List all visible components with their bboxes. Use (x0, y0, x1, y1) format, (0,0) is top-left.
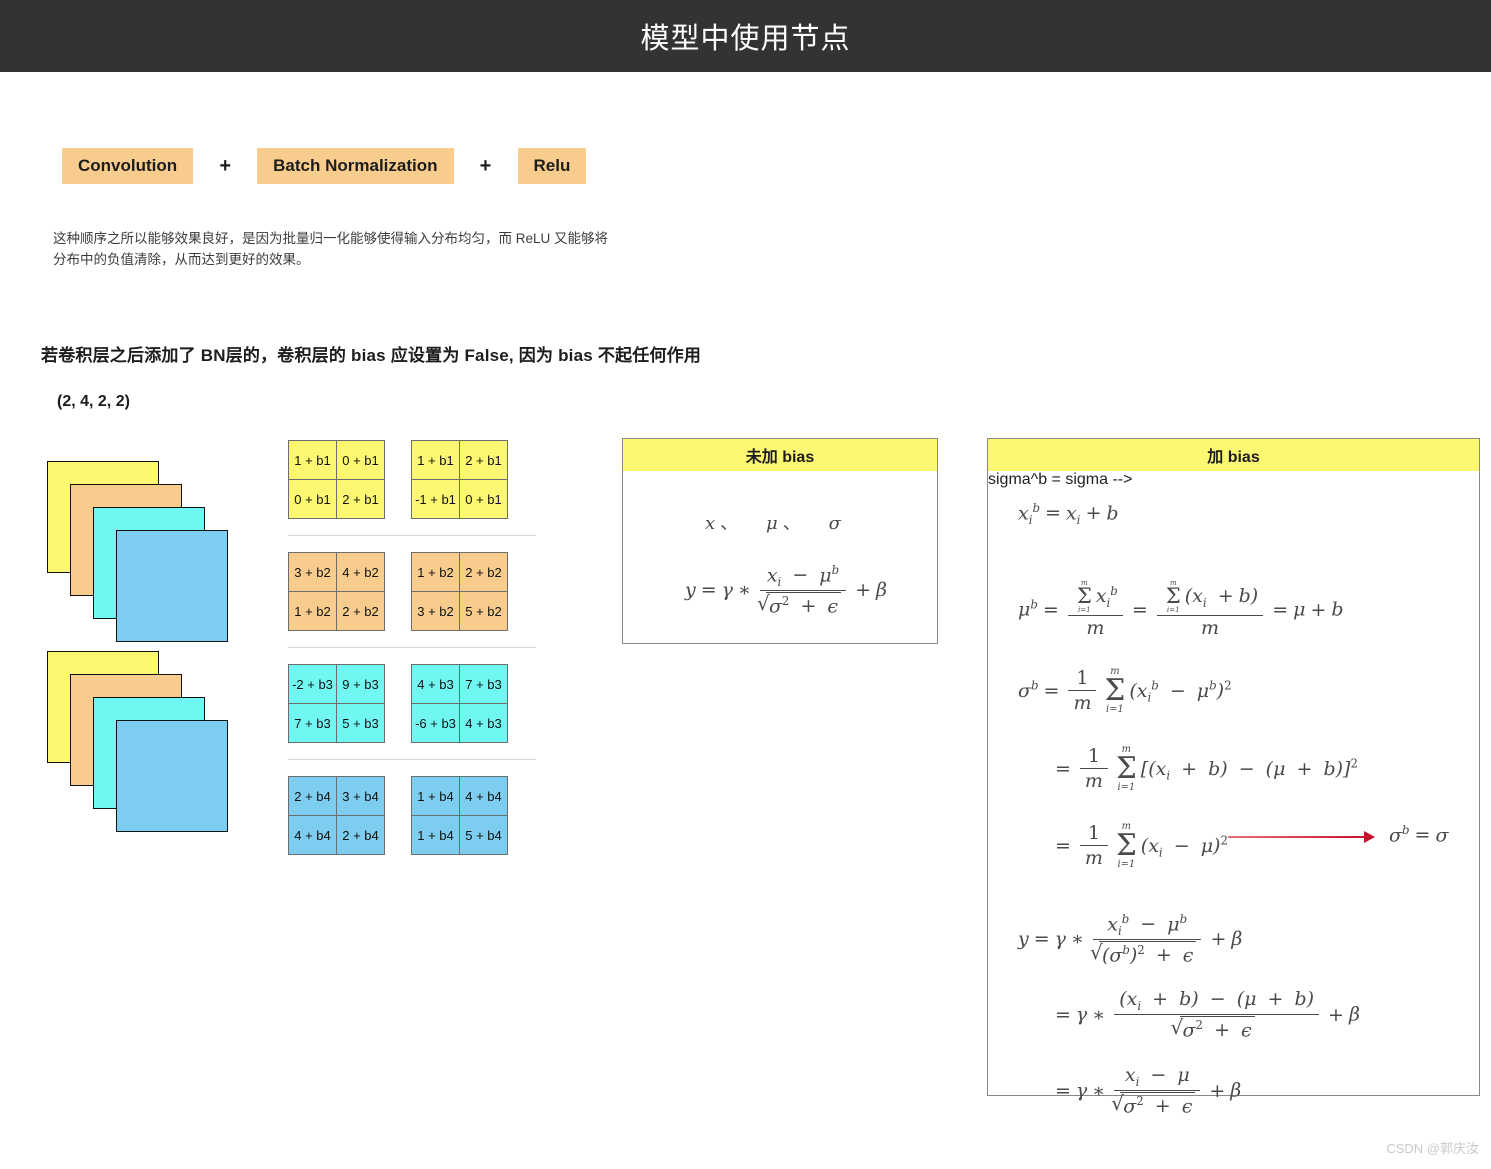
matrix-divider (288, 647, 536, 648)
matrix-row-b3: -2 + b3 9 + b3 7 + b3 5 + b3 4 + b3 7 + … (288, 664, 536, 743)
matrix-b2-right: 1 + b2 2 + b2 3 + b2 5 + b2 (411, 552, 508, 631)
matrix-cell: 2 + b2 (459, 552, 508, 592)
matrix-cell: 2 + b2 (336, 591, 385, 631)
matrix-b1-left: 1 + b1 0 + b1 0 + b1 2 + b1 (288, 440, 385, 519)
panel-with-bias-title: 加 bias (988, 439, 1479, 471)
matrix-cell: 7 + b3 (459, 664, 508, 704)
table-row: 4 + b3 7 + b3 (411, 664, 508, 704)
formula-y-bias-2: =γ∗(xi + b) − (μ + b)σ2 + ϵ+β (1050, 988, 1360, 1042)
table-row: 2 + b4 3 + b4 (288, 776, 385, 816)
matrix-cell: 4 + b4 (459, 776, 508, 816)
explanation-line-2: 分布中的负值清除，从而达到更好的效果。 (53, 252, 310, 267)
matrix-cell: -2 + b3 (288, 664, 337, 704)
matrix-divider (288, 759, 536, 760)
pipeline-row: Convolution + Batch Normalization + Relu (62, 148, 587, 184)
table-row: -2 + b3 9 + b3 (288, 664, 385, 704)
matrix-cell: 4 + b2 (336, 552, 385, 592)
formula-arrow-conclusion: σb = σ (1389, 823, 1449, 847)
watermark: CSDN @郭庆汝 (1386, 1141, 1479, 1156)
matrix-cell: 0 + b1 (459, 479, 508, 519)
matrix-divider (288, 535, 536, 536)
feature-map-stack-2 (47, 651, 232, 836)
table-row: 1 + b2 2 + b2 (288, 591, 385, 631)
matrix-cell: 1 + b1 (411, 440, 460, 480)
matrix-cell: 0 + b1 (288, 479, 337, 519)
matrix-b3-right: 4 + b3 7 + b3 -6 + b3 4 + b3 (411, 664, 508, 743)
formula-y-nobias: y=γ∗xi − μbσ2 + ϵ+β (685, 563, 887, 618)
bias-false-statement: 若卷积层之后添加了 BN层的，卷积层的 bias 应设置为 False, 因为 … (41, 346, 702, 365)
matrix-cell: 1 + b2 (288, 591, 337, 631)
panel-without-bias-title: 未加 bias (623, 439, 937, 471)
matrix-cell: -6 + b3 (411, 703, 460, 743)
feature-map-layer-blue (116, 530, 228, 642)
matrix-cell: 4 + b4 (288, 815, 337, 855)
pipeline-chip-convolution: Convolution (62, 148, 194, 184)
formula-sigmab-1: σb = 1 m m Σi=1 (xib − μb)2 (1018, 666, 1232, 715)
panel-without-bias: 未加 bias x、 μ、 σ y=γ∗xi − μbσ2 + ϵ+β (622, 438, 938, 644)
formula-xib: xib = xi + b (1018, 501, 1119, 528)
explanation-paragraph: 这种顺序之所以能够效果良好，是因为批量归一化能够使得输入分布均匀，而 ReLU … (53, 228, 693, 270)
matrix-b4-right: 1 + b4 4 + b4 1 + b4 5 + b4 (411, 776, 508, 855)
tensor-shape-label: (2, 4, 2, 2) (57, 393, 130, 410)
table-row: 3 + b2 5 + b2 (411, 591, 508, 631)
matrix-row-b4: 2 + b4 3 + b4 4 + b4 2 + b4 1 + b4 4 + b… (288, 776, 536, 855)
red-arrow-icon (1228, 829, 1378, 845)
page-title: 模型中使用节点 (640, 23, 851, 55)
matrix-cell: 3 + b2 (411, 591, 460, 631)
matrix-b1-right: 1 + b1 2 + b1 -1 + b1 0 + b1 (411, 440, 508, 519)
explanation-line-1: 这种顺序之所以能够效果良好，是因为批量归一化能够使得输入分布均匀，而 ReLU … (53, 231, 609, 246)
matrix-cell: -1 + b1 (411, 479, 460, 519)
table-row: 1 + b4 5 + b4 (411, 815, 508, 855)
formula-sigmab-3: = 1 m m Σi=1 (xi − μ)2 (1055, 821, 1228, 870)
table-row: 4 + b4 2 + b4 (288, 815, 385, 855)
panel-with-bias-body: xib = xi + b μb = m Σi=1 xib m = m Σi=1 (xi + b) m = μ + b … (988, 471, 1479, 1117)
formula-y-bias-3: =γ∗xi − μσ2 + ϵ+β (1050, 1064, 1241, 1118)
matrix-cell: 4 + b3 (411, 664, 460, 704)
matrix-cell: 1 + b2 (411, 552, 460, 592)
matrix-cell: 5 + b4 (459, 815, 508, 855)
table-row: 7 + b3 5 + b3 (288, 703, 385, 743)
matrix-b4-left: 2 + b4 3 + b4 4 + b4 2 + b4 (288, 776, 385, 855)
matrix-cell: 3 + b4 (336, 776, 385, 816)
pipeline-plus-2: + (479, 154, 492, 177)
panel-with-bias: 加 bias xib = xi + b μb = m Σi=1 xib m = m Σi=1 (xi + b… (987, 438, 1480, 1117)
matrix-cell: 0 + b1 (336, 440, 385, 480)
matrix-cell: 5 + b3 (336, 703, 385, 743)
table-row: 0 + b1 2 + b1 (288, 479, 385, 519)
pipeline-chip-relu: Relu (517, 148, 587, 184)
feature-map-layer-blue (116, 720, 228, 832)
matrix-b2-left: 3 + b2 4 + b2 1 + b2 2 + b2 (288, 552, 385, 631)
table-row: 3 + b2 4 + b2 (288, 552, 385, 592)
table-row: 1 + b2 2 + b2 (411, 552, 508, 592)
matrix-b3-left: -2 + b3 9 + b3 7 + b3 5 + b3 (288, 664, 385, 743)
pipeline-plus-1: + (219, 154, 231, 177)
formula-sigmab-2: = 1 m m Σi=1 [(xi + b) − (μ + b)]2 (1055, 744, 1358, 793)
formula-y-bias-1: y=γ∗xib − μb(σb)2 + ϵ+β (1018, 912, 1242, 967)
matrix-cell: 2 + b4 (336, 815, 385, 855)
matrix-group-area: 1 + b1 0 + b1 0 + b1 2 + b1 1 + b1 2 + b… (288, 440, 536, 855)
matrix-cell: 3 + b2 (288, 552, 337, 592)
matrix-cell: 2 + b1 (459, 440, 508, 480)
formula-mub: μb = m Σi=1 xib m = m Σi=1 (xi + b) m = μ + b (1018, 578, 1344, 640)
matrix-cell: 7 + b3 (288, 703, 337, 743)
matrix-cell: 1 + b4 (411, 815, 460, 855)
matrix-row-b2: 3 + b2 4 + b2 1 + b2 2 + b2 1 + b2 2 + b… (288, 552, 536, 631)
matrix-row-b1: 1 + b1 0 + b1 0 + b1 2 + b1 1 + b1 2 + b… (288, 440, 536, 519)
title-bar: 模型中使用节点 (0, 0, 1491, 72)
matrix-cell: 1 + b1 (288, 440, 337, 480)
matrix-cell: 4 + b3 (459, 703, 508, 743)
matrix-cell: 1 + b4 (411, 776, 460, 816)
table-row: -6 + b3 4 + b3 (411, 703, 508, 743)
table-row: 1 + b1 2 + b1 (411, 440, 508, 480)
matrix-cell: 5 + b2 (459, 591, 508, 631)
feature-map-stack-1 (47, 461, 232, 646)
table-row: -1 + b1 0 + b1 (411, 479, 508, 519)
pipeline-chip-batch-normalization: Batch Normalization (257, 148, 454, 184)
table-row: 1 + b1 0 + b1 (288, 440, 385, 480)
matrix-cell: 2 + b1 (336, 479, 385, 519)
formula-symbols: x、 μ、 σ (705, 513, 841, 534)
matrix-cell: 9 + b3 (336, 664, 385, 704)
matrix-cell: 2 + b4 (288, 776, 337, 816)
table-row: 1 + b4 4 + b4 (411, 776, 508, 816)
